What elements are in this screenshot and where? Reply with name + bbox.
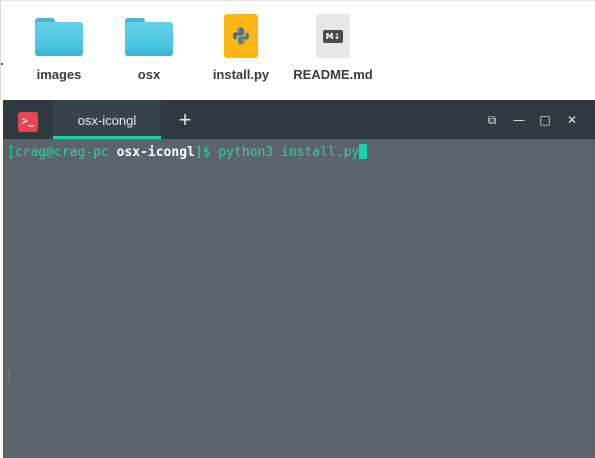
prompt-line: [crag@crag-pc osx-icongl]$ python3 insta… <box>7 144 368 160</box>
file-name: install.py <box>212 67 270 82</box>
file-name: osx <box>137 67 161 82</box>
tab-osx-icongl[interactable]: osx-icongl <box>53 100 161 139</box>
file-name: images <box>36 67 82 82</box>
restore-window-icon[interactable]: ⧉ <box>483 111 501 129</box>
folder-icon <box>125 16 173 56</box>
file-item-readme-md[interactable]: M↓ README.md <box>288 11 378 82</box>
prompt-user-host: crag@crag-pc <box>14 145 109 160</box>
file-name: README.md <box>293 67 373 82</box>
file-item-images[interactable]: images <box>14 11 104 82</box>
file-item-install-py[interactable]: install.py <box>196 11 286 82</box>
text-cursor <box>359 144 368 159</box>
terminal-app-icon: >_ <box>18 112 38 132</box>
add-tab-button[interactable]: + <box>171 109 199 131</box>
maximize-icon[interactable]: □ <box>536 111 554 129</box>
python-file-icon <box>224 14 258 58</box>
terminal-window[interactable]: >_ osx-icongl + ⧉ — □ ✕ [crag@crag-pc os… <box>3 100 595 458</box>
file-manager-view: images osx install.py M↓ README.md <box>0 0 595 100</box>
markdown-file-icon: M↓ <box>316 14 350 58</box>
prompt-symbol: ]$ <box>194 145 211 160</box>
prompt-cwd: osx-icongl <box>116 145 195 160</box>
terminal-titlebar[interactable]: >_ osx-icongl + ⧉ — □ ✕ <box>3 100 595 139</box>
file-item-osx[interactable]: osx <box>104 11 194 82</box>
folder-icon <box>35 16 83 56</box>
markdown-badge: M↓ <box>323 30 343 43</box>
selection-marker <box>1 63 3 65</box>
terminal-output[interactable]: [crag@crag-pc osx-icongl]$ python3 insta… <box>3 139 595 458</box>
prompt-open-bracket: [ <box>7 145 15 160</box>
close-icon[interactable]: ✕ <box>563 111 581 129</box>
tab-label: osx-icongl <box>77 113 137 128</box>
minimize-icon[interactable]: — <box>510 111 528 129</box>
scroll-grip[interactable] <box>8 372 11 382</box>
command-text: python3 install.py <box>218 145 360 160</box>
